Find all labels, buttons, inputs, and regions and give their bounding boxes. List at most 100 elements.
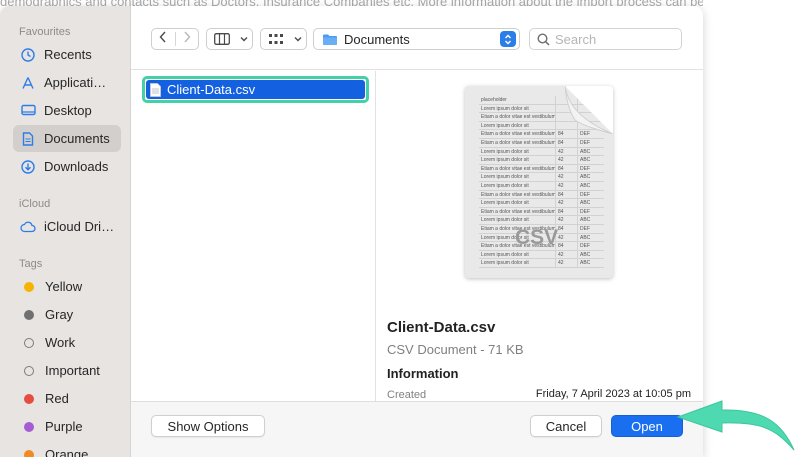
created-value: Friday, 7 April 2023 at 10:05 pm bbox=[535, 388, 691, 400]
yellow-tag-dot-icon bbox=[24, 281, 34, 292]
thumbnail-table-cell: 42 bbox=[556, 233, 578, 242]
thumbnail-table-row: Lorem ipsum dolor sit 42 ABC bbox=[479, 199, 604, 208]
location-popup[interactable]: Documents bbox=[313, 28, 520, 50]
sidebar-item-label: Documents bbox=[44, 131, 110, 146]
search-field[interactable] bbox=[529, 28, 682, 50]
thumbnail-table-row: Etiam a dolor vitae est vestibulum 84 DEF bbox=[479, 207, 604, 217]
page-fold-icon bbox=[565, 86, 613, 134]
thumbnail-table-cell: Etiam a dolor vitae est vestibulum bbox=[481, 130, 556, 138]
view-mode-button[interactable] bbox=[206, 28, 253, 50]
sidebar-item-label: Red bbox=[45, 391, 69, 406]
thumbnail-table-cell: ABC bbox=[580, 182, 591, 189]
sidebar-item-icloud-drive[interactable]: iCloud Dri… bbox=[13, 213, 121, 240]
information-header: Information bbox=[387, 366, 459, 381]
thumbnail-table-cell: ABC bbox=[580, 200, 591, 207]
sidebar-tag-gray[interactable]: Gray bbox=[13, 301, 121, 328]
open-file-dialog: Favourites Recents Applicati… Desktop Do… bbox=[0, 6, 703, 457]
sidebar-header-tags: Tags bbox=[19, 258, 43, 270]
clock-icon bbox=[20, 47, 36, 63]
sidebar-item-label: Gray bbox=[45, 307, 74, 322]
thumbnail-table-cell: Etiam a dolor vitae est vestibulum bbox=[481, 207, 556, 216]
thumbnail-table-cell: Lorem ipsum dolor sit bbox=[479, 199, 556, 207]
sidebar-tag-purple[interactable]: Purple bbox=[13, 413, 121, 440]
column-view-icon bbox=[207, 29, 237, 49]
thumbnail-table-cell: 42 bbox=[556, 259, 578, 267]
sidebar-item-desktop[interactable]: Desktop bbox=[13, 97, 121, 124]
background-page bbox=[703, 0, 799, 457]
group-by-button[interactable] bbox=[260, 28, 307, 50]
thumbnail-table-cell: DEF bbox=[580, 165, 590, 172]
sidebar-item-label: Recents bbox=[44, 47, 92, 62]
sidebar-item-label: iCloud Dri… bbox=[44, 219, 115, 234]
chevron-down-icon bbox=[291, 29, 305, 49]
thumbnail-table-row: Etiam a dolor vitae est vestibulum 84 DEF bbox=[479, 164, 604, 174]
thumbnail-page: placeholder Lorem ipsum dolor sit Etiam a … bbox=[465, 86, 613, 278]
purple-tag-dot-icon bbox=[24, 421, 34, 432]
sidebar-tag-work[interactable]: Work bbox=[13, 329, 121, 356]
file-row-selected[interactable]: Client-Data.csv bbox=[142, 76, 369, 103]
file-extension-label: CSV bbox=[515, 226, 559, 249]
thumbnail-table-cell: ABC bbox=[580, 260, 591, 267]
thumbnail-table-row: Lorem ipsum dolor sit 42 ABC bbox=[479, 147, 604, 157]
back-forward-control bbox=[151, 28, 199, 50]
file-list-column: Client-Data.csv bbox=[131, 71, 376, 401]
thumbnail-table-cell: ABC bbox=[580, 157, 591, 164]
show-options-button[interactable]: Show Options bbox=[151, 415, 265, 437]
search-input[interactable] bbox=[555, 31, 675, 47]
file-thumbnail: placeholder Lorem ipsum dolor sit Etiam a … bbox=[465, 86, 613, 278]
orange-tag-dot-icon bbox=[24, 449, 34, 457]
sidebar-item-label: Orange bbox=[45, 447, 89, 457]
thumbnail-table-cell: 84 bbox=[556, 224, 578, 233]
thumbnail-table-cell: 84 bbox=[556, 242, 578, 250]
sidebar-tag-important[interactable]: Important bbox=[13, 357, 121, 384]
thumbnail-table-cell: ABC bbox=[580, 234, 591, 241]
created-label: Created bbox=[387, 389, 427, 401]
thumbnail-table-cell: Lorem ipsum dolor sit bbox=[479, 156, 556, 164]
thumbnail-table-cell: 42 bbox=[556, 173, 578, 181]
toolbar: Documents bbox=[131, 6, 703, 70]
sidebar-tag-orange[interactable]: Orange bbox=[13, 441, 121, 457]
sidebar-item-label: Desktop bbox=[44, 103, 92, 118]
thumbnail-table-row: Lorem ipsum dolor sit 42 ABC bbox=[479, 181, 604, 191]
thumbnail-table-cell: Etiam a dolor vitae est vestibulum bbox=[481, 113, 556, 121]
sidebar-item-downloads[interactable]: Downloads bbox=[13, 153, 121, 180]
sidebar: Favourites Recents Applicati… Desktop Do… bbox=[0, 6, 131, 457]
thumbnail-table-cell: Etiam a dolor vitae est vestibulum bbox=[481, 138, 556, 147]
sidebar-item-label: Downloads bbox=[44, 159, 109, 174]
sidebar-item-documents[interactable]: Documents bbox=[13, 125, 121, 152]
preview-file-name: Client-Data.csv bbox=[387, 319, 496, 336]
thumbnail-table-cell: Lorem ipsum dolor sit bbox=[479, 121, 556, 130]
gray-tag-dot-icon bbox=[24, 309, 34, 320]
csv-file-icon bbox=[150, 82, 161, 97]
thumbnail-table-row: Lorem ipsum dolor sit 42 ABC bbox=[479, 173, 604, 182]
thumbnail-table-cell: Lorem ipsum dolor sit bbox=[479, 104, 556, 113]
cancel-button[interactable]: Cancel bbox=[530, 415, 602, 437]
thumbnail-table-row: Lorem ipsum dolor sit 42 ABC bbox=[479, 259, 604, 268]
thumbnail-table-cell: ABC bbox=[580, 148, 591, 155]
thumbnail-table-cell: 42 bbox=[556, 250, 578, 259]
thumbnail-table-cell: Lorem ipsum dolor sit bbox=[479, 173, 556, 181]
back-button[interactable] bbox=[152, 29, 175, 49]
thumbnail-table-cell: Etiam a dolor vitae est vestibulum bbox=[481, 190, 556, 199]
sidebar-item-applications[interactable]: Applicati… bbox=[13, 69, 121, 96]
preview-kind-size: CSV Document - 71 KB bbox=[387, 342, 524, 357]
chevron-right-icon bbox=[183, 30, 191, 48]
thumbnail-table-cell: DEF bbox=[580, 243, 590, 250]
sidebar-item-label: Work bbox=[45, 335, 76, 350]
chevron-left-icon bbox=[159, 30, 167, 48]
open-button[interactable]: Open bbox=[611, 415, 683, 437]
sidebar-item-label: Important bbox=[45, 363, 100, 378]
thumbnail-table-cell: Etiam a dolor vitae est vestibulum bbox=[481, 164, 556, 173]
thumbnail-table-cell: Lorem ipsum dolor sit bbox=[479, 147, 556, 156]
thumbnail-table-cell: DEF bbox=[580, 208, 590, 215]
folder-icon bbox=[322, 33, 338, 46]
thumbnail-table-cell: 42 bbox=[556, 181, 578, 190]
up-down-arrows-icon bbox=[500, 31, 516, 47]
sidebar-item-recents[interactable]: Recents bbox=[13, 41, 121, 68]
file-name: Client-Data.csv bbox=[167, 82, 256, 97]
desktop-icon bbox=[20, 103, 36, 119]
forward-button[interactable] bbox=[176, 29, 199, 49]
thumbnail-table-cell: 84 bbox=[556, 207, 578, 216]
sidebar-tag-red[interactable]: Red bbox=[13, 385, 121, 412]
sidebar-tag-yellow[interactable]: Yellow bbox=[13, 273, 121, 300]
